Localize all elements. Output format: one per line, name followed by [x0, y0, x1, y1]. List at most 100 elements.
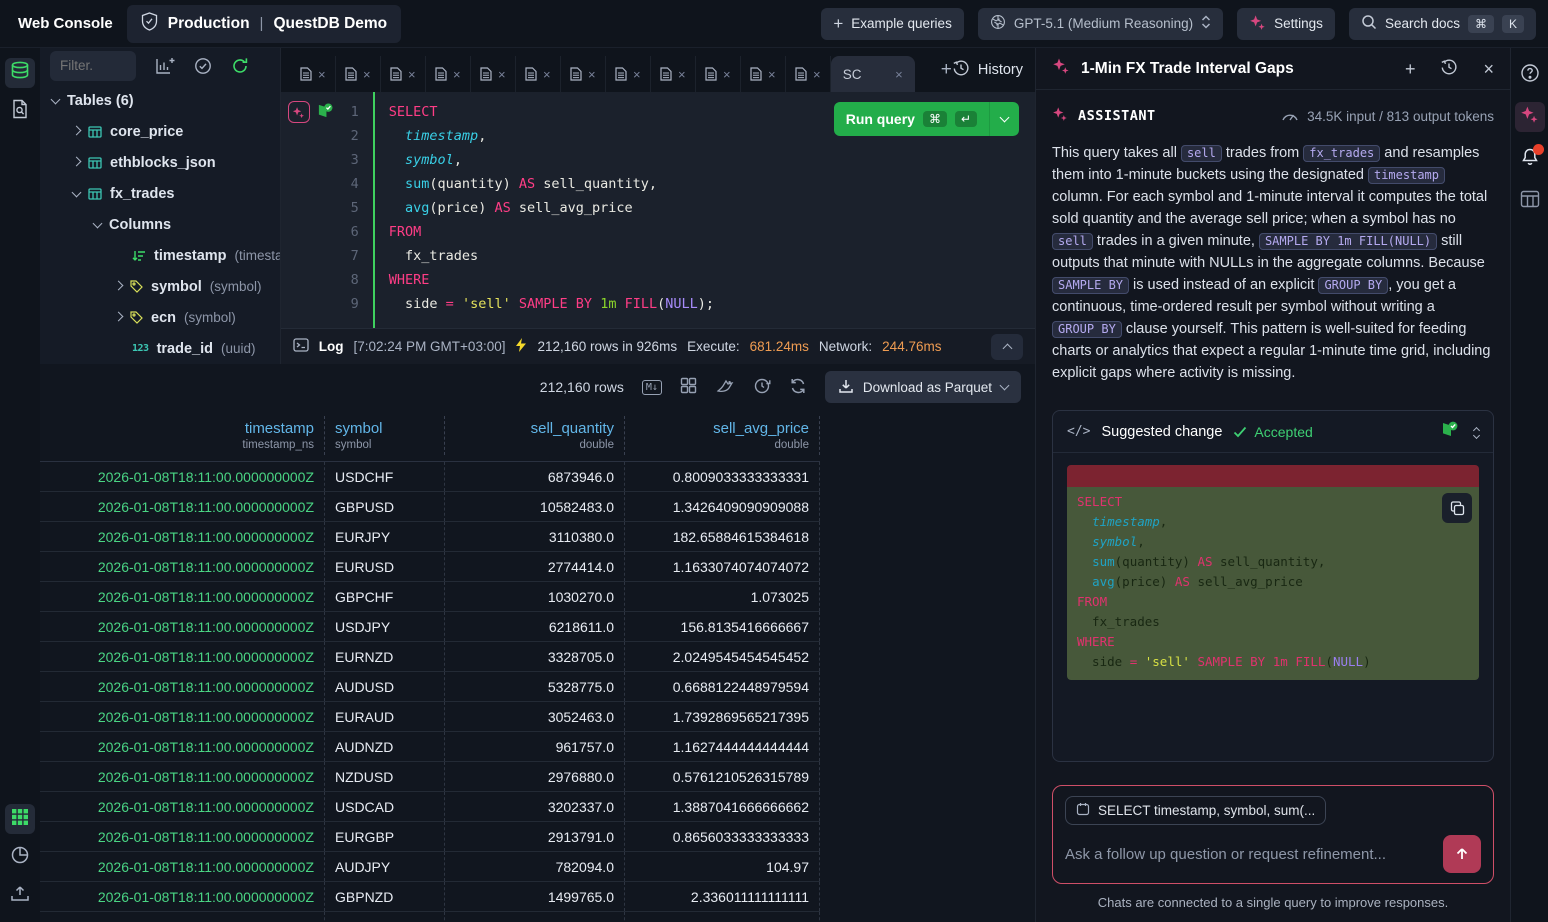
- table-row[interactable]: 2026-01-08T18:11:00.000000000Z: [40, 912, 820, 922]
- table-row[interactable]: 2026-01-08T18:11:00.000000000ZUSDCHF6873…: [40, 462, 820, 492]
- auto-refresh-icon[interactable]: [753, 377, 771, 398]
- instance-selector[interactable]: Production | QuestDB Demo: [127, 5, 401, 43]
- tab-close-icon[interactable]: ×: [895, 68, 903, 81]
- sql-editor[interactable]: 123456789 SELECT timestamp, symbol, sum(…: [281, 92, 1035, 328]
- help-button[interactable]: [1515, 60, 1545, 90]
- run-options-chevron[interactable]: [990, 102, 1019, 136]
- followup-placeholder[interactable]: Ask a follow up question or request refi…: [1065, 846, 1443, 863]
- expand-collapse-button[interactable]: [1474, 425, 1479, 438]
- chart-view-button[interactable]: [5, 842, 35, 872]
- collapse-log-button[interactable]: [991, 334, 1023, 360]
- editor-tab-active[interactable]: SC×: [831, 56, 915, 92]
- editor-tab[interactable]: ×: [651, 56, 696, 92]
- table-row[interactable]: 2026-01-08T18:11:00.000000000ZAUDUSD5328…: [40, 672, 820, 702]
- editor-tab[interactable]: ×: [516, 56, 561, 92]
- table-row[interactable]: 2026-01-08T18:11:00.000000000ZEURJPY3110…: [40, 522, 820, 552]
- column-header-sell-avg-price[interactable]: sell_avg_price double: [625, 416, 820, 455]
- table-row[interactable]: 2026-01-08T18:11:00.000000000ZAUDJPY7820…: [40, 852, 820, 882]
- editor-tab[interactable]: ×: [606, 56, 651, 92]
- copy-button[interactable]: [1442, 493, 1472, 523]
- close-chat-button[interactable]: ×: [1483, 60, 1494, 78]
- run-query-button[interactable]: Run query ⌘ ↵: [834, 102, 1019, 136]
- tree-item-symbol[interactable]: symbol(symbol): [40, 271, 280, 302]
- tree-item-core-price[interactable]: core_price: [40, 116, 280, 147]
- tree-item-tables-6-[interactable]: Tables (6): [40, 85, 280, 116]
- column-header-timestamp[interactable]: timestamp timestamp_ns: [40, 416, 325, 455]
- table-row[interactable]: 2026-01-08T18:11:00.000000000ZEURNZD3328…: [40, 642, 820, 672]
- tab-close-icon[interactable]: ×: [813, 68, 821, 81]
- filter-input[interactable]: [50, 51, 136, 81]
- table-row[interactable]: 2026-01-08T18:11:00.000000000ZGBPCHF1030…: [40, 582, 820, 612]
- refresh-results-icon[interactable]: [789, 377, 807, 398]
- tab-close-icon[interactable]: ×: [768, 68, 776, 81]
- tab-close-icon[interactable]: ×: [588, 68, 596, 81]
- history-button[interactable]: History: [952, 59, 1023, 81]
- tab-close-icon[interactable]: ×: [723, 68, 731, 81]
- editor-tab[interactable]: ×: [696, 56, 741, 92]
- tree-item-columns[interactable]: Columns: [40, 209, 280, 240]
- new-chat-button[interactable]: +: [1405, 60, 1416, 78]
- tree-item-fx-trades[interactable]: fx_trades: [40, 178, 280, 209]
- cell-timestamp: 2026-01-08T18:11:00.000000000Z: [40, 582, 325, 611]
- table-row[interactable]: 2026-01-08T18:11:00.000000000ZUSDJPY6218…: [40, 612, 820, 642]
- download-parquet-button[interactable]: Download as Parquet: [825, 371, 1021, 403]
- editor-tab[interactable]: ×: [381, 56, 426, 92]
- tree-item-timestamp[interactable]: timestamp(timestamp_ns): [40, 240, 280, 271]
- table-panel-button[interactable]: [1515, 186, 1545, 216]
- notifications-button[interactable]: [1515, 144, 1545, 174]
- tree-item-type: (timestamp_ns): [235, 248, 280, 263]
- example-queries-button[interactable]: + Example queries: [821, 8, 964, 40]
- layout-grid-icon[interactable]: [680, 377, 697, 397]
- grid-view-button[interactable]: [5, 804, 35, 834]
- query-context-chip[interactable]: SELECT timestamp, symbol, sum(...: [1065, 796, 1326, 825]
- visualization-icon[interactable]: [715, 377, 735, 398]
- editor-tab[interactable]: ×: [471, 56, 516, 92]
- editor-tab[interactable]: ×: [741, 56, 786, 92]
- search-docs[interactable]: Search docs ⌘ K: [1349, 8, 1536, 40]
- table-row[interactable]: 2026-01-08T18:11:00.000000000ZAUDNZD9617…: [40, 732, 820, 762]
- cell-sell-avg-price: 0.6688122448979594: [625, 672, 820, 701]
- tab-close-icon[interactable]: ×: [633, 68, 641, 81]
- ai-assist-icon[interactable]: [288, 101, 310, 123]
- refresh-icon[interactable]: [231, 57, 249, 75]
- table-row[interactable]: 2026-01-08T18:11:00.000000000ZNZDUSD2976…: [40, 762, 820, 792]
- table-row[interactable]: 2026-01-08T18:11:00.000000000ZUSDCAD3202…: [40, 792, 820, 822]
- tables-nav-button[interactable]: [5, 58, 35, 88]
- table-row[interactable]: 2026-01-08T18:11:00.000000000ZGBPUSD1058…: [40, 492, 820, 522]
- editor-tab[interactable]: ×: [426, 56, 471, 92]
- editor-tab[interactable]: ×: [786, 56, 831, 92]
- send-button[interactable]: [1443, 835, 1481, 873]
- editor-tab[interactable]: ×: [291, 56, 336, 92]
- tab-close-icon[interactable]: ×: [498, 68, 506, 81]
- editor-tab[interactable]: ×: [336, 56, 381, 92]
- model-selector[interactable]: GPT-5.1 (Medium Reasoning): [978, 8, 1223, 40]
- chat-history-button[interactable]: [1440, 58, 1458, 79]
- add-chart-icon[interactable]: [155, 57, 175, 75]
- cell-symbol: AUDNZD: [325, 732, 445, 761]
- tab-close-icon[interactable]: ×: [543, 68, 551, 81]
- settings-button[interactable]: Settings: [1237, 8, 1335, 40]
- tree-item-ethblocks-json[interactable]: ethblocks_json: [40, 147, 280, 178]
- column-header-symbol[interactable]: symbol symbol: [325, 416, 445, 455]
- followup-input[interactable]: SELECT timestamp, symbol, sum(... Ask a …: [1052, 785, 1494, 884]
- tab-close-icon[interactable]: ×: [678, 68, 686, 81]
- cell-symbol: AUDUSD: [325, 672, 445, 701]
- editor-tab[interactable]: ×: [561, 56, 606, 92]
- assistant-rail-button[interactable]: [1515, 102, 1545, 132]
- tree-item-ecn[interactable]: ecn(symbol): [40, 302, 280, 333]
- check-circle-icon[interactable]: [194, 57, 212, 75]
- table-row[interactable]: 2026-01-08T18:11:00.000000000ZEURUSD2774…: [40, 552, 820, 582]
- column-header-sell-quantity[interactable]: sell_quantity double: [445, 416, 625, 455]
- markdown-export-icon[interactable]: M↓: [642, 380, 662, 395]
- import-button[interactable]: [5, 880, 35, 910]
- tab-close-icon[interactable]: ×: [408, 68, 416, 81]
- tab-close-icon[interactable]: ×: [453, 68, 461, 81]
- table-row[interactable]: 2026-01-08T18:11:00.000000000ZEURAUD3052…: [40, 702, 820, 732]
- table-row[interactable]: 2026-01-08T18:11:00.000000000ZEURGBP2913…: [40, 822, 820, 852]
- query-log-nav-button[interactable]: [5, 96, 35, 126]
- add-tab-button[interactable]: +: [941, 59, 952, 81]
- tab-close-icon[interactable]: ×: [318, 68, 326, 81]
- tree-item-trade-id[interactable]: 123trade_id(uuid): [40, 333, 280, 364]
- table-row[interactable]: 2026-01-08T18:11:00.000000000ZGBPNZD1499…: [40, 882, 820, 912]
- tab-close-icon[interactable]: ×: [363, 68, 371, 81]
